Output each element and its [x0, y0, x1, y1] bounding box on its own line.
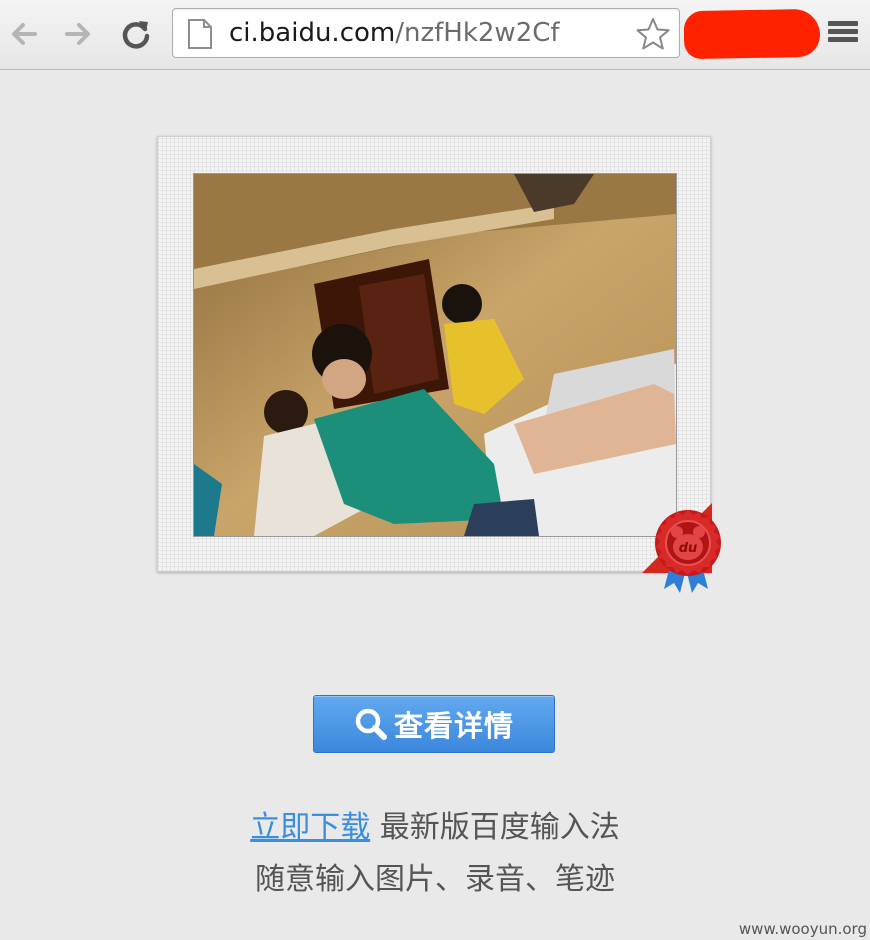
- browser-toolbar: ci.baidu.com/nzfHk2w2Cf: [0, 0, 870, 70]
- url-host: ci.baidu.com: [229, 18, 396, 48]
- reload-button[interactable]: [116, 12, 156, 56]
- forward-icon: [65, 23, 90, 45]
- shared-photo: [193, 173, 677, 537]
- back-button[interactable]: [4, 12, 44, 56]
- seal-text: du: [679, 541, 698, 556]
- search-icon: [355, 708, 387, 740]
- url-path: /nzfHk2w2Cf: [395, 18, 560, 48]
- tagline: 随意输入图片、录音、笔迹: [255, 862, 615, 897]
- back-icon: [12, 23, 37, 45]
- download-description: 最新版百度输入法: [379, 810, 620, 845]
- photo-illustration: [194, 174, 676, 536]
- view-details-label: 查看详情: [393, 709, 514, 743]
- reload-icon: [122, 21, 150, 49]
- redacted-area: [683, 8, 821, 60]
- forward-button[interactable]: [58, 12, 98, 56]
- star-icon[interactable]: [635, 16, 671, 52]
- page-icon: [188, 19, 212, 49]
- menu-button[interactable]: [826, 18, 860, 52]
- download-promo: 立即下载 最新版百度输入法: [0, 802, 870, 846]
- photo-frame: [157, 136, 711, 572]
- menu-icon: [826, 21, 860, 42]
- award-seal-icon: du: [642, 503, 721, 593]
- address-bar[interactable]: ci.baidu.com/nzfHk2w2Cf: [172, 8, 680, 58]
- watermark: www.wooyun.org: [738, 920, 867, 938]
- download-now-link[interactable]: 立即下载: [250, 810, 370, 845]
- url-text: ci.baidu.com/nzfHk2w2Cf: [229, 17, 560, 49]
- view-details-button[interactable]: 查看详情: [313, 695, 555, 753]
